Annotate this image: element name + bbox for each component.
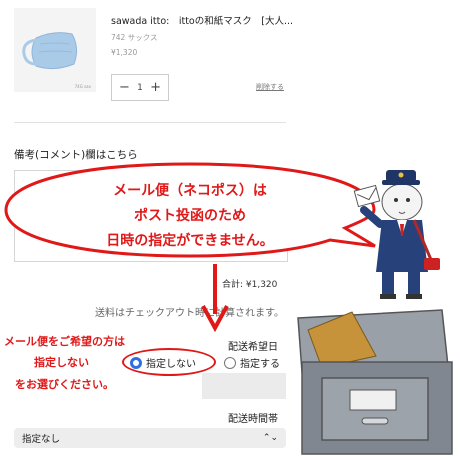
radio-specify-date-label: 指定する (240, 359, 280, 370)
divider (14, 122, 286, 123)
shipping-note: 送料はチェックアウト時に計算されます。 (95, 308, 284, 319)
delivery-time-select[interactable]: 指定なし ⌃⌄ (14, 428, 286, 448)
mask-image (22, 32, 78, 70)
delivery-date-label: 配送希望日 (228, 342, 278, 353)
product-title[interactable]: sawada itto: ittoの和紙マスク [大人... (111, 13, 293, 27)
radio-specify-date-indicator[interactable] (224, 356, 236, 369)
arrow-down-icon (201, 264, 229, 332)
select-chevron-icon: ⌃⌄ (262, 433, 278, 443)
remove-link[interactable]: 削除する (256, 82, 284, 92)
thumbnail-caption: 74G sax (74, 84, 91, 89)
product-variant: 742 サックス (111, 33, 158, 42)
callout-line-2: ポスト投函のため (134, 208, 246, 224)
instruction-line-2: 指定しない (34, 356, 89, 369)
product-thumbnail[interactable]: 74G sax (14, 8, 96, 92)
increment-button[interactable]: + (150, 81, 161, 94)
post-box-illustration (297, 309, 453, 455)
callout-line-1: メール便（ネコポス）は (113, 183, 267, 199)
delivery-time-value: 指定なし (22, 434, 61, 445)
subtotal: 合計: ¥1,320 (222, 280, 278, 290)
delivery-date-select[interactable] (202, 373, 286, 399)
quantity-stepper: − 1 + (111, 74, 169, 101)
quantity-value[interactable]: 1 (137, 83, 143, 93)
instruction-line-3: をお選びください。 (15, 378, 114, 391)
product-price: ¥1,320 (111, 48, 138, 57)
callout-line-3: 日時の指定ができません。 (106, 233, 274, 249)
radio-specify-date[interactable]: 指定する (224, 355, 280, 370)
delivery-time-label: 配送時間帯 (228, 414, 278, 425)
decrement-button[interactable]: − (119, 81, 130, 94)
goat-mail-carrier-illustration (353, 170, 440, 299)
highlight-ring (122, 348, 216, 376)
instruction-line-1: メール便をご希望の方は (4, 335, 125, 348)
